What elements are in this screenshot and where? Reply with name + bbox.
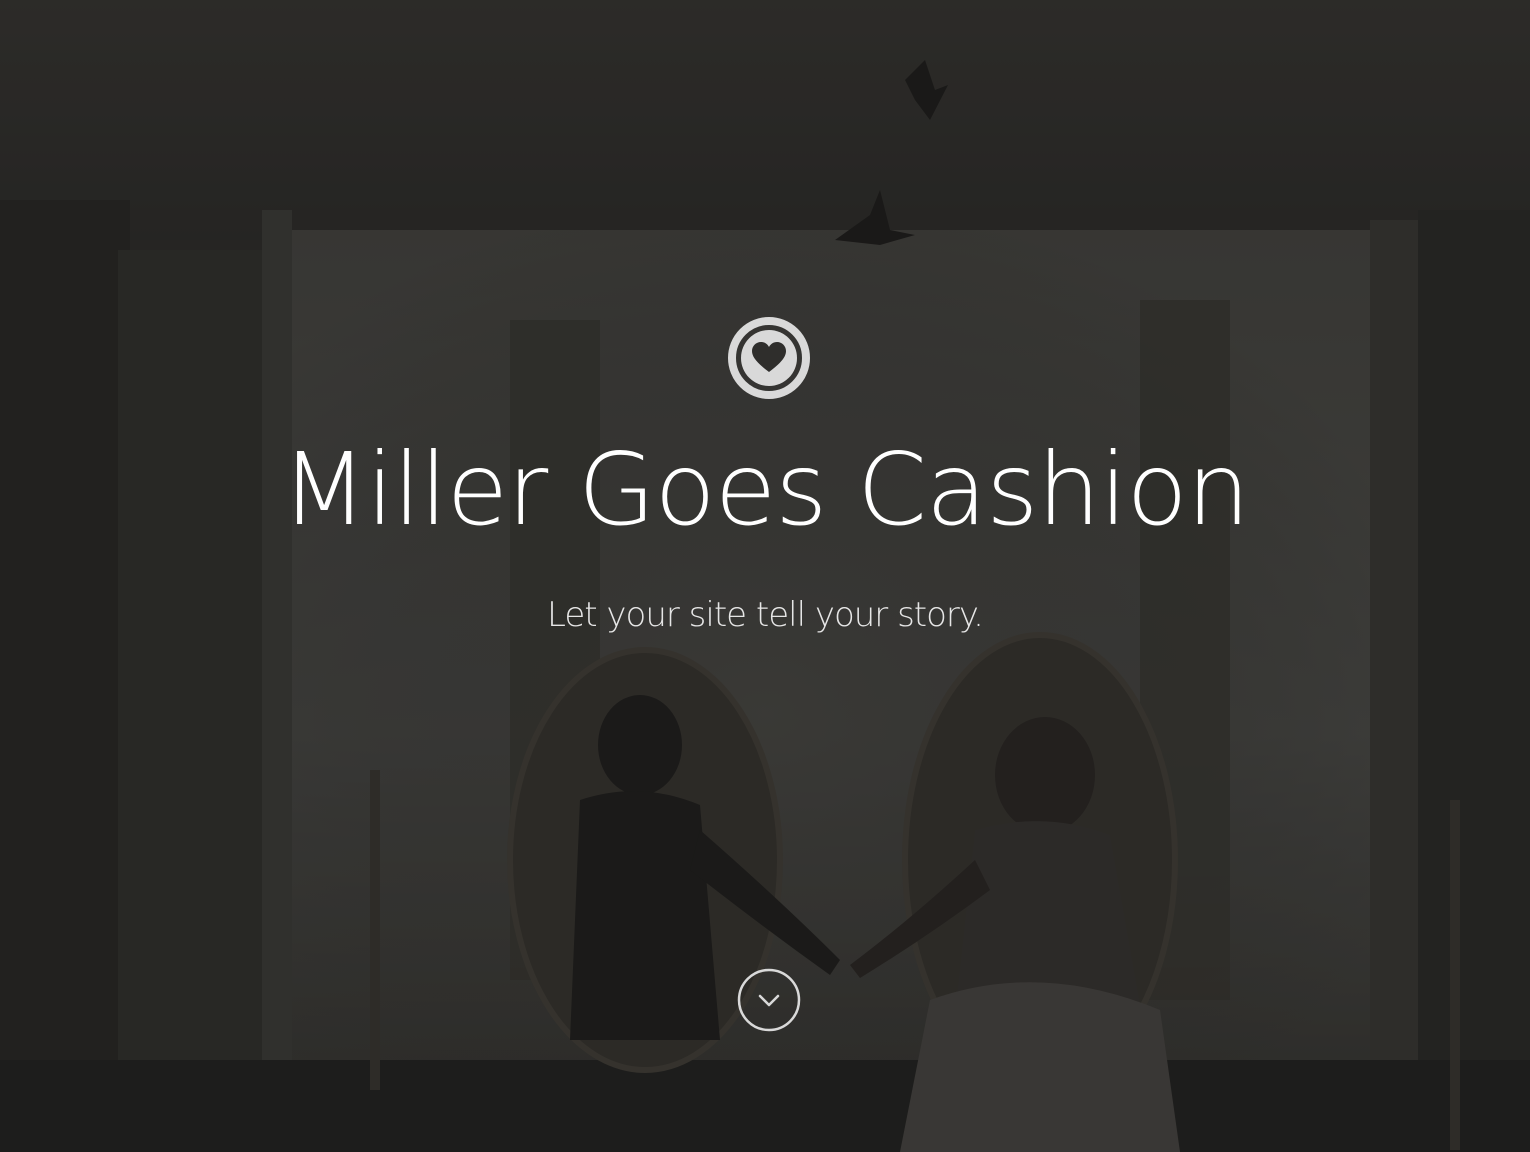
hero-content: Miller Goes Cashion Let your site tell y…	[0, 0, 1530, 1152]
site-tagline: Let your site tell your story.	[547, 595, 984, 635]
site-title: Miller Goes Cashion	[280, 431, 1250, 548]
chevron-down-circle-icon[interactable]	[737, 968, 801, 1032]
heart-in-circle-icon	[728, 317, 810, 399]
hero-section: Miller Goes Cashion Let your site tell y…	[0, 0, 1530, 1152]
